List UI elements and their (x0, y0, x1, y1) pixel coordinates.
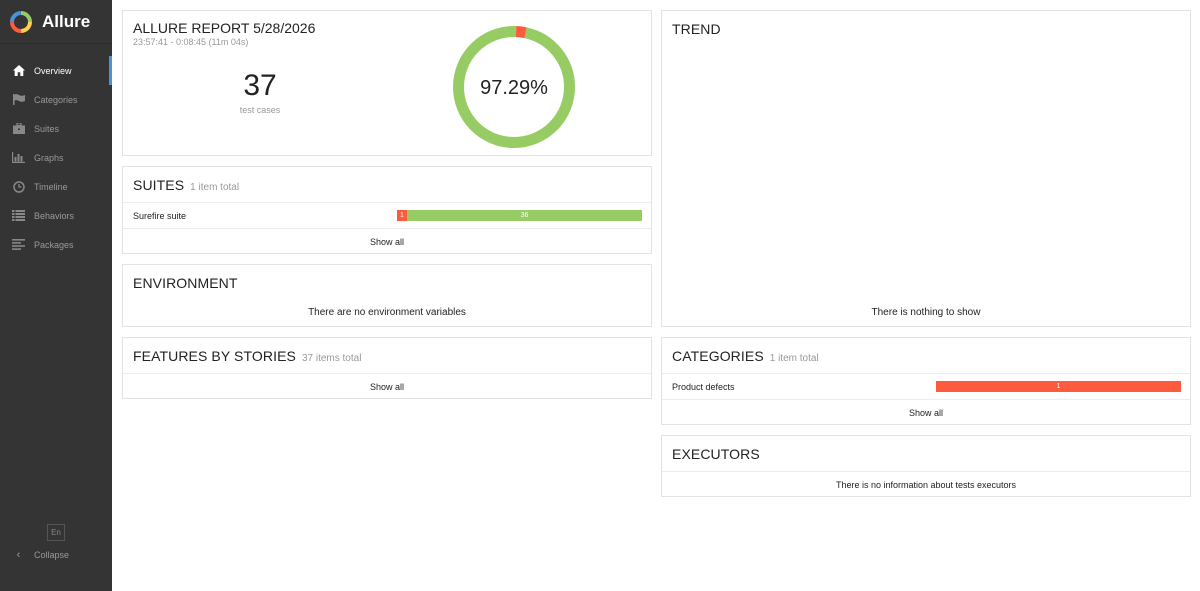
brand[interactable]: Allure (0, 0, 112, 44)
sidebar-item-graphs[interactable]: Graphs (0, 143, 112, 172)
sidebar-item-categories[interactable]: Categories (0, 85, 112, 114)
executors-empty-message: There is no information about tests exec… (835, 480, 1017, 490)
report-title: ALLURE REPORT 5/28/2026 (133, 20, 316, 36)
sidebar-item-timeline[interactable]: Timeline (0, 172, 112, 201)
sidebar-item-label: Timeline (34, 181, 68, 192)
features-title-text: FEATURES BY STORIES (133, 348, 296, 364)
bar-chart-icon (12, 151, 25, 164)
sidebar-item-label: Categories (34, 94, 78, 105)
suite-status-bar: 1 36 (397, 210, 642, 221)
sidebar-item-label: Graphs (34, 152, 64, 163)
sidebar-item-behaviors[interactable]: Behaviors (0, 201, 112, 230)
trend-empty-message: There is nothing to show (871, 307, 981, 318)
briefcase-icon (12, 122, 25, 135)
category-count-segment: 1 (936, 381, 1181, 392)
sidebar-item-overview[interactable]: Overview (0, 56, 112, 85)
collapse-label: Collapse (34, 550, 70, 560)
features-item-count: 37 items total (301, 353, 362, 364)
chevron-left-icon: ‹ (16, 549, 21, 561)
categories-title-text: CATEGORIES (672, 348, 764, 364)
clock-icon (12, 180, 25, 193)
executors-widget: EXECUTORS There is no information about … (661, 435, 1191, 497)
category-name: Product defects (672, 382, 735, 392)
suites-widget: SUITES 1 item total Surefire suite 1 36 … (122, 166, 652, 254)
features-title: FEATURES BY STORIES 37 items total (133, 348, 361, 364)
features-show-all-link[interactable]: Show all (123, 382, 651, 392)
executors-title: EXECUTORS (672, 446, 760, 462)
sidebar-item-label: Packages (34, 239, 74, 250)
flag-icon (12, 93, 25, 106)
features-widget: FEATURES BY STORIES 37 items total Show … (122, 337, 652, 399)
success-percentage: 97.29% (480, 77, 548, 99)
categories-title: CATEGORIES 1 item total (672, 348, 819, 364)
table-row[interactable]: Product defects 1 (662, 373, 1190, 399)
summary-widget: ALLURE REPORT 5/28/2026 23:57:41 - 0:08:… (122, 10, 652, 156)
test-case-count: 37 (243, 69, 277, 102)
suite-failed-segment: 1 (397, 210, 407, 221)
table-row[interactable]: Surefire suite 1 36 (123, 202, 651, 228)
sidebar-item-suites[interactable]: Suites (0, 114, 112, 143)
show-all-row: Show all (123, 228, 651, 254)
language-switch[interactable]: En (47, 524, 65, 541)
sidebar-nav: Overview Categories Suites Graphs Timeli… (0, 56, 112, 259)
app-name: Allure (42, 11, 91, 31)
success-rate-donut: 97.29% (453, 26, 575, 148)
align-left-icon (12, 238, 25, 251)
trend-title: TREND (672, 21, 721, 37)
sidebar: Allure Overview Categories Suites Graphs (0, 0, 112, 591)
categories-widget: CATEGORIES 1 item total Product defects … (661, 337, 1191, 425)
environment-empty-message: There are no environment variables (308, 307, 466, 318)
collapse-button[interactable]: ‹ Collapse (12, 549, 69, 561)
home-icon (12, 64, 25, 77)
executors-empty-row: There is no information about tests exec… (662, 471, 1190, 497)
report-time-range: 23:57:41 - 0:08:45 (11m 04s) (133, 37, 249, 47)
suites-show-all-link[interactable]: Show all (123, 237, 651, 247)
environment-title: ENVIRONMENT (133, 275, 238, 291)
sidebar-item-packages[interactable]: Packages (0, 230, 112, 259)
sidebar-item-label: Overview (34, 65, 72, 76)
trend-widget: TREND There is nothing to show (661, 10, 1191, 327)
suites-title: SUITES 1 item total (133, 177, 239, 193)
show-all-row: Show all (123, 373, 651, 399)
test-case-count-label: test cases (239, 105, 281, 115)
categories-item-count: 1 item total (769, 353, 819, 364)
sidebar-item-label: Suites (34, 123, 60, 134)
categories-show-all-link[interactable]: Show all (662, 408, 1190, 418)
show-all-row: Show all (662, 399, 1190, 425)
suite-passed-segment: 36 (407, 210, 642, 221)
allure-logo-icon (10, 10, 32, 33)
suites-item-count: 1 item total (190, 182, 240, 193)
list-icon (12, 209, 25, 222)
environment-widget: ENVIRONMENT There are no environment var… (122, 264, 652, 327)
sidebar-item-label: Behaviors (34, 210, 75, 221)
category-status-bar: 1 (936, 381, 1181, 392)
suite-name: Surefire suite (133, 211, 187, 221)
suites-title-text: SUITES (133, 177, 185, 193)
